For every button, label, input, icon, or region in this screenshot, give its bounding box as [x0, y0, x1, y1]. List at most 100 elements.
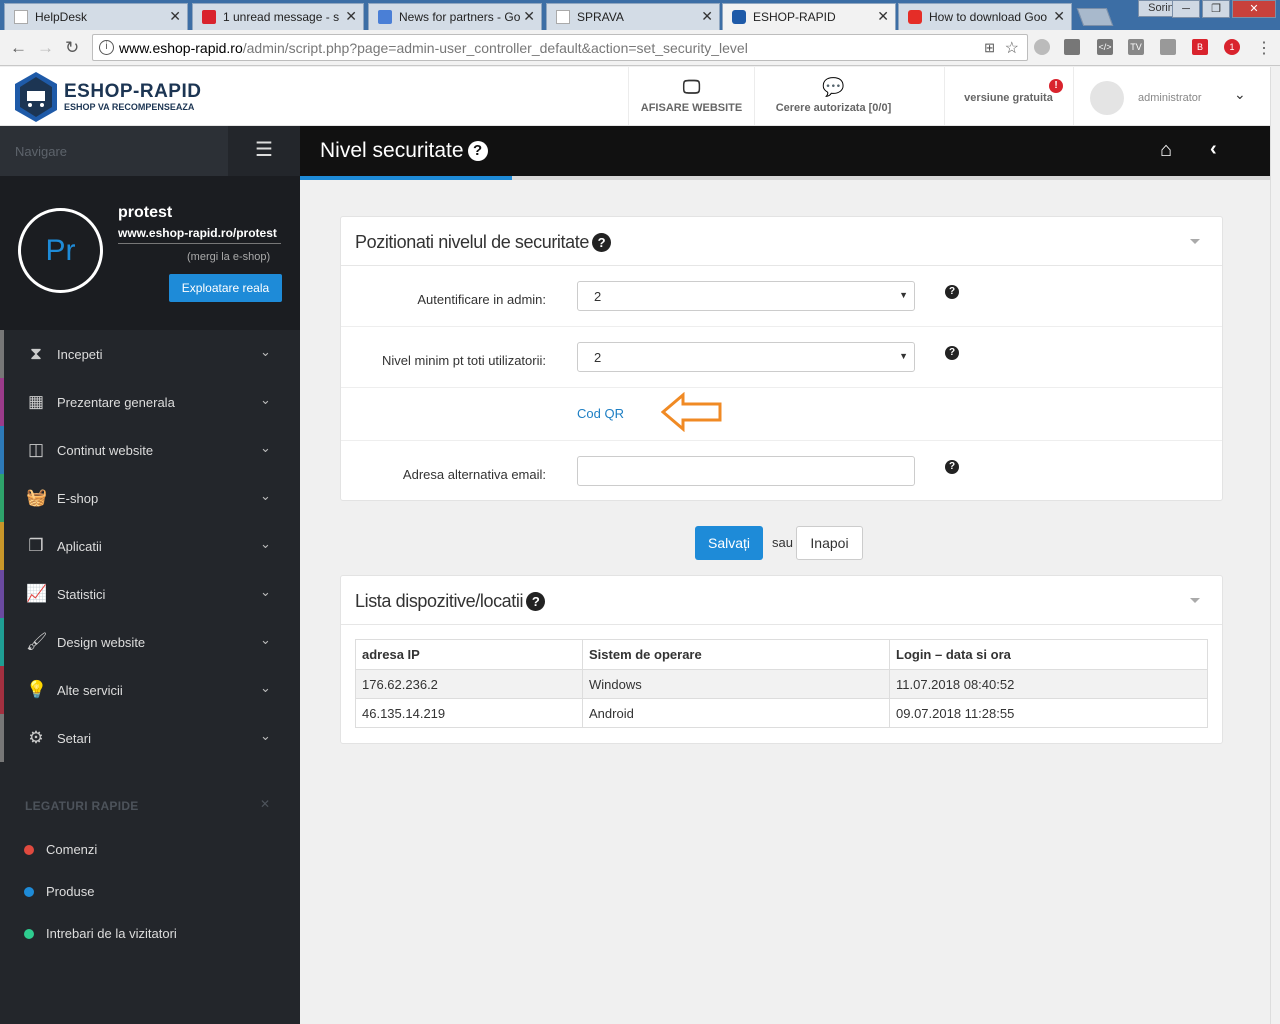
cell-login: 09.07.2018 11:28:55 [889, 698, 1208, 728]
admin-auth-select[interactable]: 2 ▼ [577, 281, 915, 311]
chevron-left-icon[interactable]: ‹ [1210, 138, 1217, 161]
chevron-down-icon[interactable]: ⌄ [260, 584, 271, 600]
auth-request-button[interactable]: 💬 Cerere autorizata [0/0] [754, 67, 912, 125]
sidebar-item-prezentare-generala[interactable]: ▦ Prezentare generala ⌄ [0, 378, 300, 426]
security-panel: Pozitionati nivelul de securitate? Auten… [340, 216, 1223, 501]
min-level-select[interactable]: 2 ▼ [577, 342, 915, 372]
extension-icon[interactable] [1064, 39, 1080, 55]
devices-panel: Lista dispozitive/locatii? adresa IP Sis… [340, 575, 1223, 744]
url-host: www.eshop-rapid.ro [119, 40, 243, 56]
menu-dots-icon[interactable]: ⋮ [1256, 38, 1272, 58]
sidebar-item-label: Incepeti [57, 347, 103, 362]
sidebar-item-aplicatii[interactable]: ❒ Aplicatii ⌄ [0, 522, 300, 570]
sidebar-item-design-website[interactable]: 🖌 Design website ⌄ [0, 618, 300, 666]
page-scrollbar[interactable] [1270, 67, 1280, 1024]
docs-icon [378, 10, 392, 24]
info-icon[interactable]: i [99, 40, 114, 55]
chevron-down-icon[interactable]: ⌄ [260, 392, 271, 408]
close-window-button[interactable]: ✕ [1232, 0, 1276, 18]
sidebar-item-continut-website[interactable]: ◫ Continut website ⌄ [0, 426, 300, 474]
chevron-down-icon[interactable]: ⌄ [260, 440, 271, 456]
sidebar-item-setari[interactable]: ⚙ Setari ⌄ [0, 714, 300, 762]
cell-ip: 176.62.236.2 [355, 669, 583, 699]
sidebar-top: Navigare ☰ [0, 126, 300, 176]
extension-icon[interactable] [1160, 39, 1176, 55]
browser-tab-mail[interactable]: 1 unread message - s ✕ [192, 3, 364, 30]
back-button[interactable]: Inapoi [796, 526, 863, 560]
help-icon[interactable]: ? [467, 141, 488, 161]
quick-link-questions[interactable]: Intrebari de la vizitatori [24, 926, 177, 941]
exploit-button[interactable]: Exploatare reala [169, 274, 282, 302]
forward-arrow-icon[interactable]: → [37, 38, 54, 58]
browser-tab-sprava[interactable]: SPRAVA ✕ [546, 3, 720, 30]
quick-link-products[interactable]: Produse [24, 884, 94, 899]
chevron-down-icon[interactable]: ⌄ [260, 680, 271, 696]
eshop-hex-icon [732, 10, 746, 24]
collapse-caret-icon[interactable] [1190, 239, 1200, 244]
logo-title: ESHOP-RAPID [64, 81, 202, 102]
avatar [1090, 81, 1124, 115]
qr-code-link[interactable]: Cod QR [577, 406, 624, 421]
sidebar-item-incepeti[interactable]: ⧗ Incepeti ⌄ [0, 330, 300, 378]
address-bar[interactable]: i www.eshop-rapid.ro/admin/script.php?pa… [92, 34, 1028, 61]
star-icon[interactable]: ☆ [1005, 38, 1019, 58]
extension-icon[interactable] [1034, 39, 1050, 55]
collapse-caret-icon[interactable] [1190, 598, 1200, 603]
quick-links-title: LEGATURI RAPIDE [25, 799, 139, 813]
extension-icon[interactable]: B [1192, 39, 1208, 55]
sidebar-item-e-shop[interactable]: 🧺 E-shop ⌄ [0, 474, 300, 522]
help-icon[interactable]: ? [945, 346, 959, 360]
sidebar-item-statistici[interactable]: 📈 Statistici ⌄ [0, 570, 300, 618]
view-website-button[interactable]: 🖵 AFISARE WEBSITE [628, 67, 754, 125]
browser-tab-youtube[interactable]: How to download Goo ✕ [898, 3, 1072, 30]
help-icon[interactable]: ? [591, 233, 611, 252]
new-tab-button[interactable] [1076, 8, 1114, 26]
browser-tab-eshop[interactable]: ESHOP-RAPID ✕ [722, 3, 896, 30]
hourglass-icon: ⧗ [30, 344, 42, 363]
translate-icon[interactable]: ⊞ [984, 40, 995, 56]
goto-shop-link[interactable]: (mergi la e-shop) [187, 251, 270, 263]
sidebar-item-label: Alte servicii [57, 683, 123, 698]
close-icon[interactable]: ✕ [169, 8, 181, 25]
hamburger-menu-icon[interactable]: ☰ [228, 126, 300, 176]
save-button[interactable]: Salvați [695, 526, 763, 560]
restore-button[interactable]: ❐ [1202, 0, 1230, 18]
help-icon[interactable]: ? [945, 285, 959, 299]
close-icon[interactable]: ✕ [1053, 8, 1065, 25]
chevron-down-icon[interactable]: ⌄ [260, 488, 271, 504]
close-icon[interactable]: ✕ [877, 8, 889, 25]
browser-tab-news[interactable]: News for partners - Go ✕ [368, 3, 542, 30]
notification-extension-icon[interactable]: 1 [1224, 39, 1240, 55]
help-icon[interactable]: ? [945, 460, 959, 474]
close-icon[interactable]: ✕ [701, 8, 713, 25]
browser-toolbar: ← → ↻ i www.eshop-rapid.ro/admin/script.… [0, 30, 1280, 66]
free-version-button[interactable]: versiune gratuita ! [944, 67, 1072, 125]
browser-tab-helpdesk[interactable]: HelpDesk ✕ [4, 3, 188, 30]
chevron-down-icon[interactable]: ⌄ [260, 632, 271, 648]
close-icon[interactable]: ✕ [523, 8, 535, 25]
back-arrow-icon[interactable]: ← [10, 38, 27, 58]
grid-icon: ▦ [27, 392, 45, 411]
reload-icon[interactable]: ↻ [65, 38, 79, 58]
quick-link-orders[interactable]: Comenzi [24, 842, 97, 857]
chevron-down-icon[interactable]: ⌄ [260, 728, 271, 744]
sidebar-item-alte-servicii[interactable]: 💡 Alte servicii ⌄ [0, 666, 300, 714]
alt-email-input[interactable] [577, 456, 915, 486]
tv-extension-icon[interactable]: TV [1128, 39, 1144, 55]
nav-label: Navigare [15, 144, 68, 159]
logo[interactable]: ESHOP-RAPID ESHOP VA RECOMPENSEAZA [14, 69, 284, 125]
arrow-left-icon [661, 392, 722, 432]
panel-title: Pozitionati nivelul de securitate? [355, 232, 611, 253]
close-icon[interactable]: ✕ [260, 797, 270, 811]
minimize-button[interactable]: ─ [1172, 0, 1200, 18]
chevron-down-icon[interactable]: ⌄ [260, 536, 271, 552]
code-extension-icon[interactable]: </> [1097, 39, 1113, 55]
shop-url-link[interactable]: www.eshop-rapid.ro/protest [118, 226, 281, 244]
close-icon[interactable]: ✕ [345, 8, 357, 25]
home-icon[interactable]: ⌂ [1160, 139, 1172, 162]
chevron-down-icon[interactable]: ⌄ [1234, 86, 1246, 103]
chevron-down-icon[interactable]: ⌄ [260, 344, 271, 360]
user-menu[interactable]: administrator ⌄ [1073, 67, 1270, 125]
help-icon[interactable]: ? [526, 592, 546, 611]
window-controls: ─ ❐ ✕ [1170, 0, 1276, 20]
